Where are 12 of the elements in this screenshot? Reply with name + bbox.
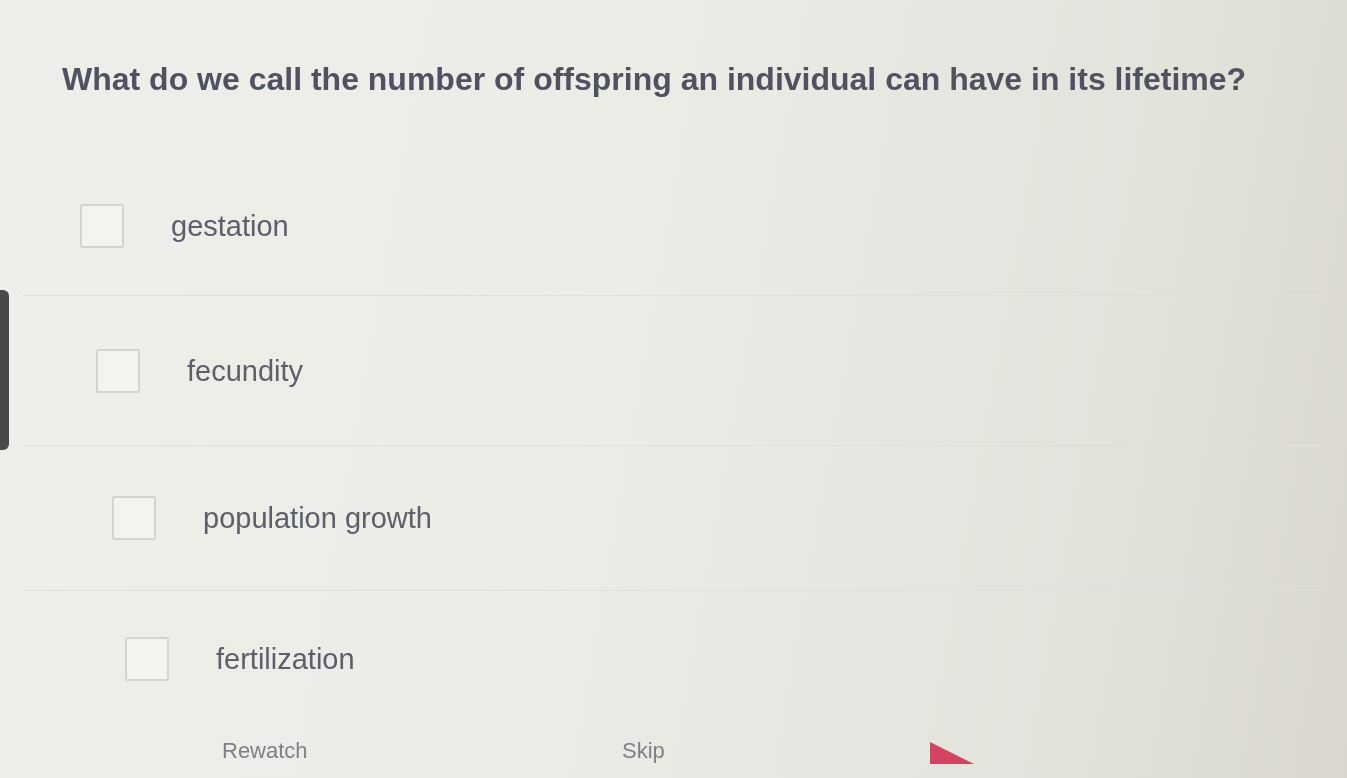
checkbox[interactable]: [96, 348, 140, 393]
question-text: What do we call the number of offspring an individual can have in its lifetime?: [62, 60, 1247, 99]
text-link[interactable]: Skip: [622, 738, 665, 764]
text-link[interactable]: Rewatch: [222, 738, 308, 764]
triangle-icon: [930, 742, 974, 764]
checkbox[interactable]: [80, 203, 124, 248]
option-label[interactable]: gestation: [171, 208, 289, 243]
checkbox[interactable]: [112, 496, 156, 540]
checkbox[interactable]: [125, 636, 169, 681]
option-label[interactable]: fecundity: [187, 353, 304, 388]
option-label[interactable]: population growth: [203, 501, 432, 535]
option-label[interactable]: fertilization: [216, 641, 355, 676]
